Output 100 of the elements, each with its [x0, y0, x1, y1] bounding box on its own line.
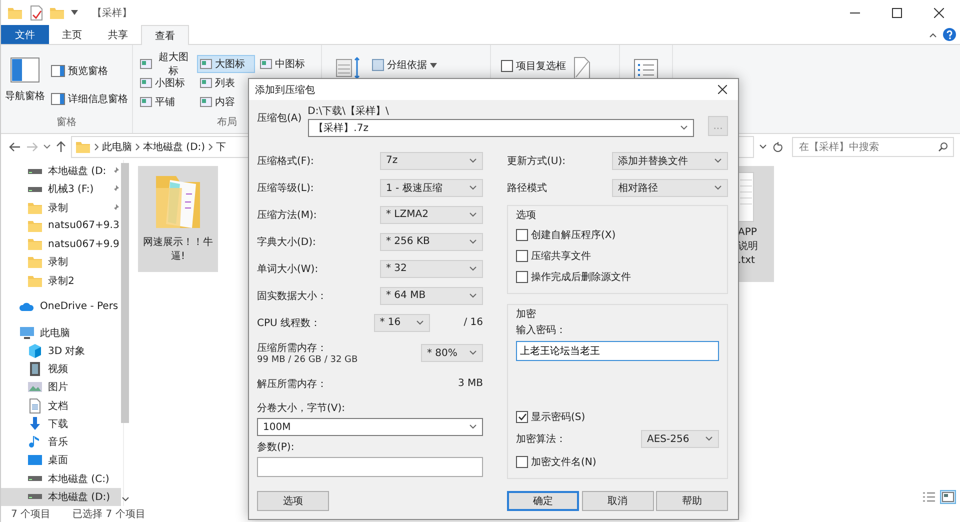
breadcrumb[interactable]: 本地磁盘 (D:) [143, 140, 206, 154]
drive-icon [28, 186, 42, 192]
checkbox-label[interactable]: 加密文件名(N) [531, 454, 596, 468]
breadcrumb[interactable]: 下 [216, 140, 226, 154]
ribbon-tab[interactable]: 文件 [1, 25, 49, 44]
layout-option[interactable]: 小图标 [137, 74, 195, 92]
scrollbar-thumb[interactable] [121, 163, 130, 423]
caret-icon [469, 424, 477, 430]
dropdown[interactable]: * 32 [380, 260, 483, 278]
nav-item[interactable]: 录制 [1, 253, 122, 272]
pane-button[interactable]: 预览窗格 [51, 63, 128, 79]
caret-icon [416, 320, 424, 326]
nav-item[interactable]: OneDrive - Pers [1, 297, 122, 316]
dropdown[interactable]: * 64 MB [380, 286, 483, 304]
dropdown[interactable]: AES-256 [641, 430, 719, 448]
navigation-pane-button[interactable]: 导航窗格 [5, 49, 45, 115]
pane-button[interactable]: 详细信息窗格 [51, 91, 128, 107]
checkbox-label[interactable]: 压缩共享文件 [531, 248, 591, 262]
breadcrumb[interactable]: 此电脑 [102, 140, 132, 154]
details-view-button[interactable] [921, 490, 937, 504]
chevron-icon [208, 143, 214, 151]
nav-item[interactable]: 录制2 [1, 272, 122, 290]
document-icon [27, 398, 43, 414]
nav-item[interactable]: 机械3 (F:) [1, 180, 122, 198]
dialog-button[interactable]: 取消 [582, 491, 654, 511]
nav-item[interactable]: natsu067+9.9 [1, 235, 122, 254]
caret-icon [705, 436, 713, 442]
search-field[interactable]: 在【采样】中搜索 [792, 137, 954, 157]
dropdown[interactable]: * 256 KB [380, 232, 483, 250]
field-label: 单词大小(W): [257, 262, 318, 276]
dropdown[interactable]: * LZMA2 [380, 206, 483, 224]
dropdown[interactable]: * 16 [374, 314, 430, 332]
field-label: 压缩等级(L): [257, 182, 314, 194]
dropdown[interactable]: * 80% [421, 344, 483, 362]
view-icon [200, 59, 212, 69]
nav-item[interactable]: 文档 [1, 396, 122, 415]
layout-option[interactable]: 平铺 [137, 93, 195, 111]
checkbox[interactable] [516, 228, 528, 240]
dropdown[interactable]: 相对路径 [612, 178, 728, 196]
ribbon-tab[interactable]: 共享 [95, 25, 141, 44]
checkbox[interactable] [516, 270, 528, 282]
search-icon [938, 142, 948, 152]
dialog-button[interactable]: 帮助 [656, 491, 728, 511]
view-icon [260, 59, 272, 69]
dropdown[interactable]: 1 - 极速压缩 [380, 178, 483, 196]
checkbox-label[interactable]: 项目复选框 [516, 59, 566, 73]
ribbon-tab[interactable]: 主页 [49, 25, 95, 44]
layout-option[interactable]: 中图标 [257, 55, 315, 73]
layout-option[interactable]: 大图标 [197, 55, 255, 73]
checkmark-icon [518, 412, 526, 421]
group-label: 窗格 [56, 116, 76, 130]
field-label: 压缩所需内存： [257, 342, 328, 355]
checkbox[interactable] [516, 410, 528, 422]
nav-item[interactable]: 本地磁盘 (D:) [1, 488, 122, 506]
pane-layout-icon [10, 57, 40, 83]
checkbox[interactable] [516, 456, 528, 468]
nav-item[interactable]: 桌面 [1, 451, 122, 470]
field-label: CPU 线程数： [257, 316, 321, 330]
nav-item[interactable]: 音乐 [1, 432, 122, 452]
split-size-field[interactable]: 100M [257, 418, 483, 436]
nav-item[interactable]: 本地磁盘 (D: [1, 162, 122, 180]
caret-icon [469, 266, 477, 272]
dropdown[interactable]: 7z [380, 152, 483, 170]
field-label: 压缩方法(M): [257, 208, 317, 222]
film-icon [27, 361, 43, 377]
checkbox-label[interactable]: 操作完成后删除源文件 [531, 270, 631, 284]
archive-name-field[interactable]: 【采样】.7z [308, 119, 694, 137]
password-field[interactable]: 上老王论坛当老王 [516, 341, 719, 361]
nav-item[interactable]: 视频 [1, 360, 122, 378]
field-label: 参数(P): [257, 440, 296, 454]
dialog-button[interactable]: 确定 [507, 491, 579, 511]
field-label: 更新方式(U): [507, 154, 566, 168]
details-list-icon [923, 492, 935, 502]
checkbox-label[interactable]: 创建自解压程序(X) [531, 228, 616, 242]
file-tile[interactable]: 网速展示！！牛逼! [138, 166, 218, 272]
file-tile[interactable]: APP 说明 .txt [738, 166, 774, 282]
checkbox-label[interactable]: 显示密码(S) [531, 410, 586, 424]
nav-item[interactable]: 本地磁盘 (C:) [1, 469, 122, 488]
dropdown[interactable]: 添加并替换文件 [612, 152, 728, 170]
caret-icon [714, 184, 722, 190]
caret-icon [469, 158, 477, 164]
nav-item[interactable]: natsu067+9.3 [1, 216, 122, 235]
nav-item[interactable]: 此电脑 [1, 323, 122, 342]
nav-item[interactable]: 图片 [1, 378, 122, 396]
group-title: 加密 [516, 308, 537, 321]
nav-item[interactable]: 下载 [1, 414, 122, 433]
parameters-field[interactable] [257, 457, 483, 477]
folder-icon [27, 254, 43, 270]
options-button[interactable]: 选项 [257, 491, 329, 511]
field-label: 压缩格式(F): [257, 154, 314, 168]
nav-item[interactable]: 录制 [1, 198, 122, 217]
checkbox[interactable] [501, 60, 513, 72]
large-icons-view-button[interactable] [940, 490, 956, 504]
close-icon [934, 8, 944, 18]
dialog-title: 添加到压缩包 [255, 84, 315, 96]
field-label: 路径模式 [507, 182, 547, 194]
ribbon-tab[interactable]: 查看 [141, 25, 189, 45]
group-by-button[interactable]: 分组依据 [372, 57, 437, 73]
nav-item[interactable]: 3D 对象 [1, 342, 122, 360]
checkbox[interactable] [516, 250, 528, 262]
